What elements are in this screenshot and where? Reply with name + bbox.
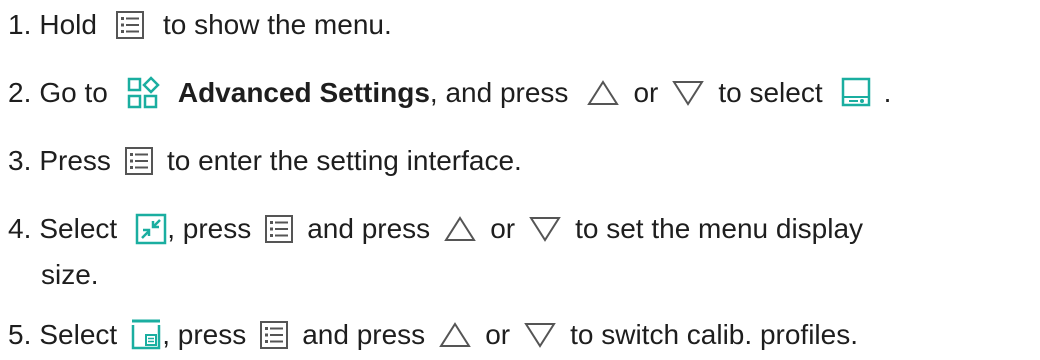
menu-icon [259, 318, 289, 352]
step-text: and press [307, 213, 431, 244]
step-4: 4. Select , press and press or to set th… [8, 212, 863, 246]
step-5: 5. Select , press and press or to switch… [8, 318, 858, 352]
step-text: and press [302, 319, 426, 350]
up-triangle-icon [443, 212, 477, 246]
step-number: 5. [8, 319, 32, 350]
up-triangle-icon [438, 318, 472, 352]
advanced-settings-label: Advanced Settings [177, 77, 430, 108]
down-triangle-icon [671, 76, 705, 110]
step-text: , and press [429, 77, 569, 108]
step-4-continuation: size. [41, 258, 99, 292]
step-2: 2. Go to Advanced Settings , and press o… [8, 76, 891, 110]
down-triangle-icon [528, 212, 562, 246]
step-text: , press [167, 213, 252, 244]
down-triangle-icon [523, 318, 557, 352]
step-text: to set the menu display [575, 213, 864, 244]
step-text: to enter the setting interface. [166, 145, 522, 176]
calibration-profile-icon [130, 318, 162, 352]
step-text: Press [39, 145, 111, 176]
step-text: Go to [39, 77, 108, 108]
step-text: or [485, 319, 511, 350]
step-text: , press [162, 319, 247, 350]
step-text: Select [39, 319, 118, 350]
advanced-settings-icon [126, 76, 160, 110]
step-text: to show the menu. [162, 9, 392, 40]
step-text: or [633, 77, 659, 108]
step-text: . [883, 77, 892, 108]
step-1: 1. Hold to show the menu. [8, 8, 392, 42]
step-text: or [490, 213, 516, 244]
step-number: 4. [8, 213, 32, 244]
step-text: size. [41, 259, 99, 290]
menu-icon [115, 8, 145, 42]
step-number: 3. [8, 145, 32, 176]
step-number: 1. [8, 9, 32, 40]
menu-icon [124, 144, 154, 178]
display-icon [841, 76, 871, 110]
step-number: 2. [8, 77, 32, 108]
step-text: to switch calib. profiles. [570, 319, 858, 350]
step-text: Hold [39, 9, 97, 40]
step-3: 3. Press to enter the setting interface. [8, 144, 522, 178]
step-text: Select [39, 213, 118, 244]
resize-icon [135, 212, 167, 246]
up-triangle-icon [586, 76, 620, 110]
menu-icon [264, 212, 294, 246]
step-text: to select [718, 77, 823, 108]
